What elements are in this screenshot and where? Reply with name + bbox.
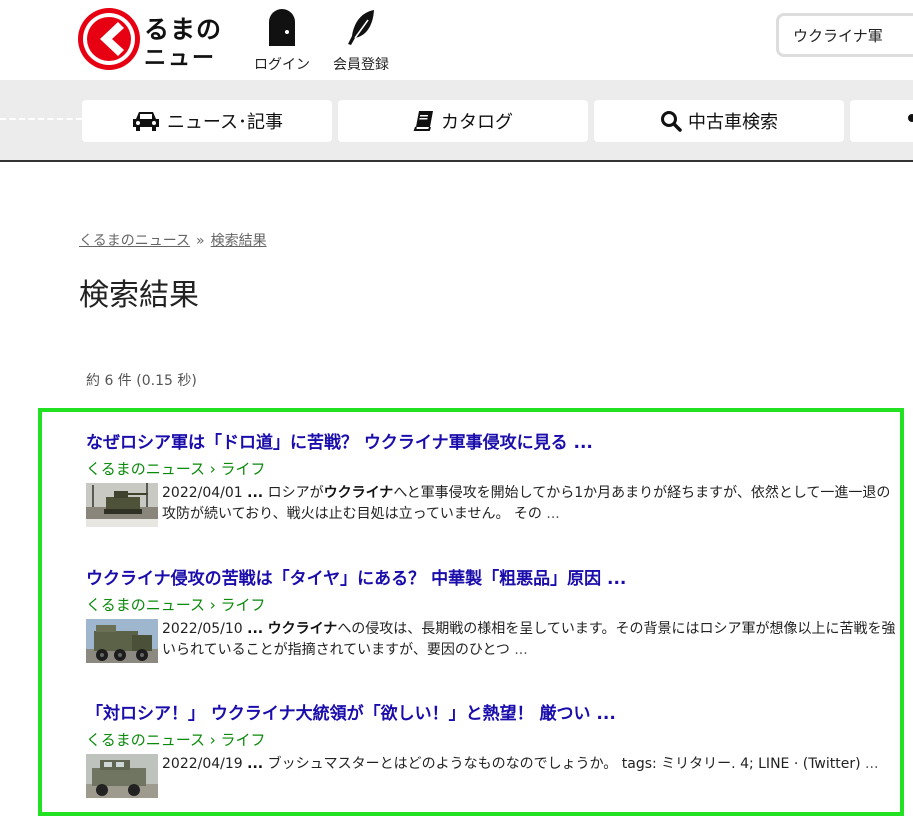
- result-body: 2022/04/19 ... ブッシュマスターとはどのようなものなのでしょうか。…: [86, 754, 913, 798]
- result-ellipsis: ...: [247, 485, 264, 501]
- result-body: 2022/05/10 ... ウクライナへの侵攻は、長期戦の様相を呈しています。…: [86, 619, 913, 663]
- car-icon: [131, 110, 161, 132]
- nav-item-more-icon: [908, 114, 913, 122]
- nav-item-news[interactable]: ニュース･記事: [82, 100, 332, 142]
- result-url[interactable]: くるまのニュース › ライフ: [86, 594, 913, 615]
- nav-item-used-car-search-label: 中古車検索: [688, 112, 778, 133]
- result-thumbnail[interactable]: [86, 619, 158, 663]
- result-snippet: 2022/04/19 ... ブッシュマスターとはどのようなものなのでしょうか。…: [162, 754, 902, 775]
- login-link[interactable]: ログイン: [250, 8, 314, 74]
- nav-item-news-label: ニュース･記事: [166, 112, 284, 133]
- nav-dashed-line: [0, 118, 82, 120]
- result-body: 2022/04/01 ... ロシアがウクライナへと軍事侵攻を開始してから1か月…: [86, 483, 913, 527]
- result-url[interactable]: くるまのニュース › ライフ: [86, 458, 913, 479]
- nav-item-used-car-search[interactable]: 中古車検索: [594, 100, 844, 142]
- result-date: 2022/04/01: [162, 485, 243, 501]
- book-icon: [413, 110, 435, 132]
- site-search-box[interactable]: [776, 13, 913, 57]
- register-label: 会員登録: [333, 57, 389, 73]
- result-snippet: 2022/05/10 ... ウクライナへの侵攻は、長期戦の様相を呈しています。…: [162, 619, 902, 661]
- breadcrumb-home-link[interactable]: くるまのニュース: [79, 233, 190, 249]
- logo-mark: [78, 8, 140, 70]
- register-link[interactable]: 会員登録: [328, 8, 394, 74]
- search-result: ウクライナ侵攻の苦戦は「タイヤ」にある？ 中華製「粗悪品」原因 ... くるまの…: [86, 564, 913, 663]
- breadcrumb-current-link[interactable]: 検索結果: [211, 233, 267, 249]
- page-title: 検索結果: [79, 278, 199, 313]
- search-results-panel: なぜロシア軍は「ドロ道」に苦戦？ ウクライナ軍事侵攻に見る ... くるまのニュ…: [38, 408, 904, 816]
- nav-item-catalog[interactable]: カタログ: [338, 100, 588, 142]
- result-count: 約 6 件 (0.15 秒): [86, 373, 197, 389]
- result-snippet-trail: ...: [514, 642, 528, 658]
- result-ellipsis: ...: [247, 756, 264, 772]
- door-icon: [250, 8, 314, 50]
- search-result: なぜロシア軍は「ドロ道」に苦戦？ ウクライナ軍事侵攻に見る ... くるまのニュ…: [86, 428, 913, 527]
- result-ellipsis: ...: [247, 621, 264, 637]
- site-search-input[interactable]: [779, 16, 913, 54]
- result-snippet-pre: ロシアが: [267, 485, 324, 501]
- search-result: 「対ロシア！」 ウクライナ大統領が「欲しい！」と熱望！ 厳つい ... くるまの…: [86, 699, 913, 798]
- search-icon: [660, 110, 682, 132]
- result-title-link[interactable]: 「対ロシア！」 ウクライナ大統領が「欲しい！」と熱望！ 厳つい ...: [86, 699, 913, 724]
- result-thumbnail[interactable]: [86, 483, 158, 527]
- breadcrumb-separator: »: [196, 233, 205, 249]
- result-thumbnail[interactable]: [86, 754, 158, 798]
- result-snippet: 2022/04/01 ... ロシアがウクライナへと軍事侵攻を開始してから1か月…: [162, 483, 902, 525]
- login-label: ログイン: [254, 57, 310, 73]
- breadcrumb: くるまのニュース » 検索結果: [79, 230, 267, 250]
- result-keyword: ウクライナ: [267, 621, 338, 637]
- result-title-link[interactable]: なぜロシア軍は「ドロ道」に苦戦？ ウクライナ軍事侵攻に見る ...: [86, 428, 913, 453]
- result-snippet-trail: ...: [546, 506, 560, 522]
- result-snippet-trail: ...: [865, 756, 879, 772]
- nav-item-more[interactable]: [850, 100, 913, 142]
- site-logo[interactable]: るまの ニュース: [78, 8, 228, 103]
- result-date: 2022/04/19: [162, 756, 243, 772]
- nav-item-catalog-label: カタログ: [441, 112, 513, 133]
- result-snippet-pre: ブッシュマスターとはどのようなものなのでしょうか。 tags: ミリタリー. 4…: [267, 756, 861, 772]
- feather-pen-icon: [328, 8, 394, 50]
- result-keyword: ウクライナ: [323, 485, 394, 501]
- result-url[interactable]: くるまのニュース › ライフ: [86, 729, 913, 750]
- main-nav: ニュース･記事 カタログ 中古車検索: [0, 80, 913, 162]
- result-title-link[interactable]: ウクライナ侵攻の苦戦は「タイヤ」にある？ 中華製「粗悪品」原因 ...: [86, 564, 913, 589]
- result-date: 2022/05/10: [162, 621, 243, 637]
- site-header: るまの ニュース ログイン 会員登録: [0, 0, 913, 103]
